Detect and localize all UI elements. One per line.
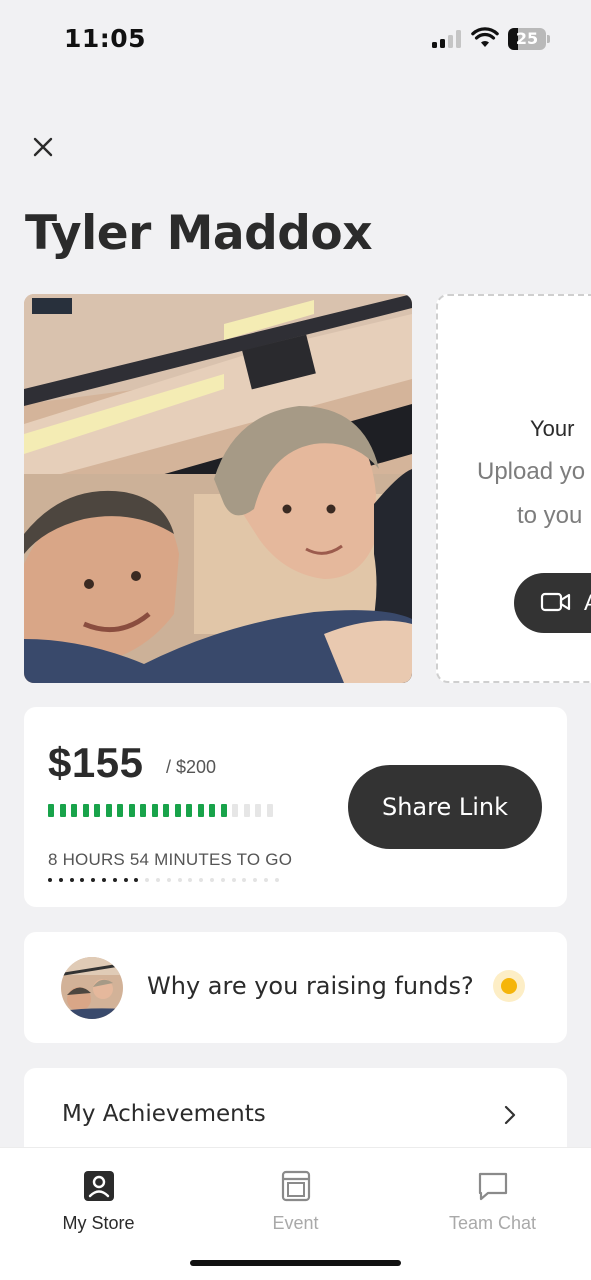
progress-segment	[117, 804, 123, 817]
time-dot	[145, 878, 150, 882]
time-dot	[101, 878, 106, 882]
progress-segment	[94, 804, 100, 817]
progress-segment	[220, 804, 227, 817]
progress-segment	[71, 804, 77, 817]
close-button[interactable]	[26, 130, 60, 164]
progress-segment	[255, 804, 261, 817]
time-dot	[155, 878, 160, 882]
upload-card-title: Your	[530, 416, 575, 441]
time-dot	[209, 878, 214, 882]
pending-status-icon	[493, 970, 525, 1002]
progress-segment	[105, 804, 112, 817]
progress-segment	[174, 804, 181, 817]
upload-card-description-line1: Upload yo	[477, 458, 586, 485]
time-dot	[263, 878, 268, 882]
store-profile-icon	[83, 1171, 114, 1201]
progress-segment	[232, 804, 238, 817]
my-achievements-label: My Achievements	[62, 1101, 266, 1127]
time-dot	[242, 878, 247, 882]
battery-icon: 25	[508, 28, 550, 50]
chevron-right-icon	[504, 1105, 516, 1125]
wifi-icon	[471, 27, 499, 47]
share-link-button[interactable]: Share Link	[348, 765, 542, 849]
page-title: Tyler Maddox	[25, 206, 373, 261]
profile-photo[interactable]	[24, 294, 412, 683]
time-dot	[58, 878, 63, 882]
time-dot	[231, 878, 236, 882]
time-dot	[69, 878, 74, 882]
upload-video-card[interactable]: Your Upload yo to you A	[436, 294, 591, 683]
battery-percent: 25	[515, 29, 539, 48]
upload-card-description-line2: to you	[517, 502, 583, 529]
tab-event[interactable]: Event	[197, 1148, 394, 1258]
progress-segment	[128, 804, 135, 817]
time-dot	[253, 878, 258, 882]
why-raising-funds-prompt: Why are you raising funds?	[147, 972, 474, 1000]
fundraising-progress-card: $155 / $200 8 HOURS 54 MINUTES TO GO Sha…	[24, 707, 567, 907]
time-dot	[220, 878, 225, 882]
home-indicator	[190, 1260, 401, 1266]
time-dot	[166, 878, 171, 882]
progress-segment	[186, 804, 192, 817]
why-raising-funds-card[interactable]: Why are you raising funds?	[24, 932, 567, 1043]
add-video-button[interactable]: A	[514, 573, 591, 633]
progress-segment	[209, 804, 215, 817]
progress-segment	[163, 804, 169, 817]
cellular-signal-icon	[432, 30, 464, 48]
tab-my-store[interactable]: My Store	[0, 1148, 197, 1258]
tab-team-chat[interactable]: Team Chat	[394, 1148, 591, 1258]
time-dot	[177, 878, 182, 882]
tab-event-label: Event	[272, 1213, 319, 1233]
time-dot	[91, 878, 96, 882]
time-dot	[48, 878, 52, 882]
time-dot	[274, 878, 279, 882]
avatar	[61, 957, 123, 1019]
time-dot	[80, 878, 85, 882]
close-icon	[33, 137, 53, 157]
progress-segment	[266, 804, 273, 817]
event-window-icon	[281, 1170, 310, 1202]
tab-my-store-label: My Store	[62, 1213, 135, 1233]
progress-segment	[48, 804, 54, 817]
progress-segment	[59, 804, 66, 817]
time-dot	[134, 878, 139, 882]
fundraising-progress-bar	[48, 804, 278, 817]
amount-raised: $155	[48, 739, 144, 786]
progress-segment	[243, 804, 250, 817]
progress-segment	[140, 804, 146, 817]
time-dot	[199, 878, 204, 882]
video-camera-icon	[540, 592, 571, 612]
add-video-button-label: A	[584, 590, 591, 616]
time-dot	[123, 878, 128, 882]
time-remaining: 8 HOURS 54 MINUTES TO GO	[48, 850, 293, 869]
time-remaining-indicator	[48, 878, 286, 882]
progress-segment	[151, 804, 158, 817]
status-bar: 11:05 25	[0, 0, 591, 80]
status-time: 11:05	[64, 24, 147, 53]
time-dot	[188, 878, 193, 882]
profile-photo-image	[24, 294, 412, 683]
tab-team-chat-label: Team Chat	[448, 1213, 537, 1233]
time-dot	[112, 878, 117, 882]
progress-segment	[82, 804, 89, 817]
chat-bubble-icon	[478, 1172, 507, 1201]
fundraising-goal: / $200	[166, 757, 217, 777]
progress-segment	[197, 804, 204, 817]
